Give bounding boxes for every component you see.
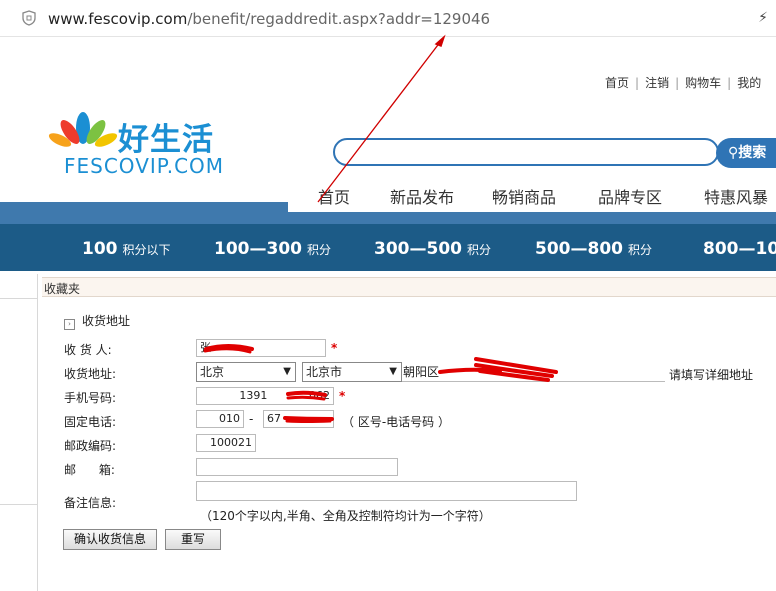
section-title: › 收货地址 [64,312,130,330]
points-tab-2[interactable]: 100—300 积分 [214,239,331,259]
chevron-down-icon: ▼ [389,366,397,377]
email-input[interactable] [196,458,398,476]
points-tab-5[interactable]: 800—100 [703,239,776,259]
address-input[interactable]: 朝阳区 [402,363,665,382]
phone-hint: （ 区号-电话号码 ） [342,415,450,429]
note-textarea[interactable] [196,481,577,501]
phone-label: 固定电话: [64,415,117,429]
left-sidebar [0,274,38,591]
search-button-label: 搜索 [738,145,767,161]
chevron-down-icon: ▼ [283,366,291,377]
address-hint: 请填写详细地址 [669,368,754,382]
mobile-input[interactable]: 1391■■■■062 [196,387,334,405]
flower-logo-icon [48,112,118,147]
address-label: 收货地址: [64,367,117,381]
redaction-scribbles [203,344,558,423]
favorites-bar: 收藏夹 [42,277,776,297]
mobile-label: 手机号码: [64,391,117,405]
phone-number-input[interactable]: 67 [263,410,334,428]
reset-button[interactable]: 重写 [165,529,221,550]
email-label: 邮 箱: [64,463,115,477]
city-select[interactable]: 北京市 ▼ [302,362,402,382]
top-link-mine[interactable]: 我的 [737,76,761,90]
nav-item-brands[interactable]: 品牌专区 [598,184,662,208]
mobile-required: * [339,389,346,403]
expand-icon[interactable]: › [64,319,75,330]
phone-dash: - [249,412,254,426]
nav-item-deals[interactable]: 特惠风暴 [704,184,768,208]
phone-area-input[interactable]: 010 [196,410,244,428]
nav-item-bestseller[interactable]: 畅销商品 [492,184,556,208]
receiver-input[interactable]: 张 [196,339,326,357]
lightning-icon[interactable]: ⚡ [758,10,768,26]
url-text[interactable]: www.fescovip.com/benefit/regaddredit.asp… [48,10,490,28]
search-icon: ⚲ [728,145,739,161]
points-tab-3[interactable]: 300—500 积分 [374,239,491,259]
favorites-label[interactable]: 收藏夹 [44,280,80,297]
url-path: /benefit/regaddredit.aspx?addr=129046 [187,10,491,28]
top-link-logout[interactable]: 注销 [645,76,669,90]
province-select[interactable]: 北京 ▼ [196,362,296,382]
receiver-label: 收 货 人: [64,343,112,357]
search-input[interactable] [333,138,719,166]
zip-input[interactable]: 100021 [196,434,256,452]
points-bar: 100 积分以下 100—300 积分 300—500 积分 500—800 积分 80… [0,224,776,271]
nav-item-home[interactable]: 首页 [318,184,350,208]
logo-chinese: 好生活 [118,122,214,158]
note-label: 备注信息: [64,496,117,510]
points-tab-1[interactable]: 100 积分以下 [82,239,171,259]
zip-label: 邮政编码: [64,439,117,453]
points-tab-4[interactable]: 500—800 积分 [535,239,652,259]
shield-icon [22,10,36,29]
top-links: 首页 | 注销 | 购物车 | 我的 [605,76,762,90]
url-host: www.fescovip.com [48,10,188,28]
address-bar[interactable]: www.fescovip.com/benefit/regaddredit.asp… [0,0,776,37]
main-nav: 首页 新品发布 畅销商品 品牌专区 特惠风暴 [288,176,776,212]
logo-english: FESCOVIP.COM [64,154,225,178]
search-button[interactable]: ⚲搜索 [716,138,776,168]
note-hint: （120个字以内,半角、全角及控制符均计为一个字符） [200,509,491,523]
nav-item-new[interactable]: 新品发布 [390,184,454,208]
top-link-home[interactable]: 首页 [605,76,629,90]
site-logo[interactable]: 好生活 FESCOVIP.COM [48,108,238,180]
confirm-address-button[interactable]: 确认收货信息 [63,529,157,550]
top-link-cart[interactable]: 购物车 [685,76,721,90]
receiver-required: * [331,341,338,355]
